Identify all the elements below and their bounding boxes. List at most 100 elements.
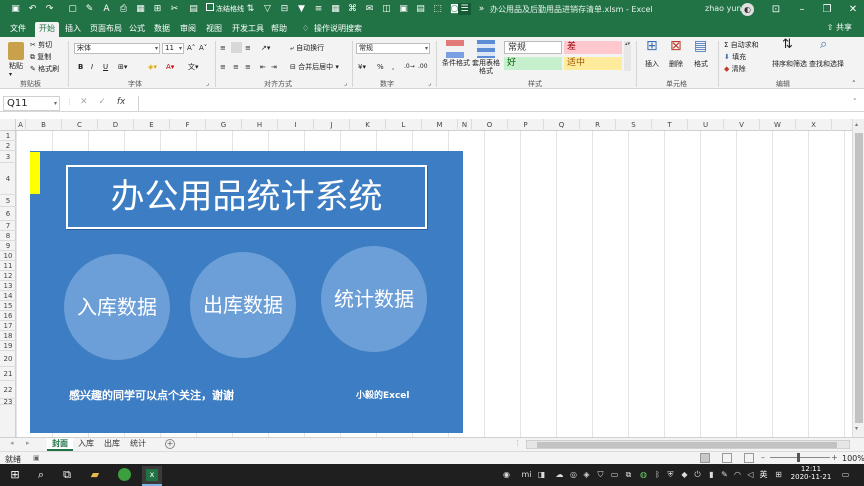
- percent-button[interactable]: %: [377, 62, 384, 72]
- formula-input[interactable]: [138, 96, 854, 111]
- normal-view-icon[interactable]: [700, 453, 710, 463]
- undo-icon[interactable]: ↶: [27, 3, 38, 15]
- styles-scroll-icon[interactable]: ▴▾: [624, 41, 631, 71]
- column-header[interactable]: G: [206, 119, 242, 131]
- format-painter-icon[interactable]: ✎: [84, 3, 95, 15]
- tab-review[interactable]: 审阅: [176, 22, 200, 37]
- enter-icon[interactable]: ✓: [98, 97, 106, 107]
- tab-data[interactable]: 数据: [150, 22, 174, 37]
- browser-icon[interactable]: [118, 468, 131, 481]
- notification-icon[interactable]: ▭: [840, 469, 851, 480]
- align-top-icon[interactable]: ≡: [220, 43, 226, 53]
- tray-dropbox-icon[interactable]: ◈: [581, 469, 592, 480]
- row-header[interactable]: 6: [0, 207, 16, 221]
- row-header[interactable]: 18: [0, 331, 16, 341]
- tray-battery-icon[interactable]: ▮: [706, 469, 717, 480]
- tab-file[interactable]: 文件: [6, 22, 30, 37]
- wrap-text-button[interactable]: ⤶ 自动换行: [290, 43, 324, 53]
- table-format-icon[interactable]: [477, 40, 495, 58]
- tell-me-search[interactable]: 操作说明搜索: [310, 22, 366, 37]
- align-left-icon[interactable]: ≡: [220, 62, 226, 72]
- statistics-data-button[interactable]: 统计数据: [321, 246, 427, 352]
- conditional-format-button[interactable]: 条件格式: [439, 59, 473, 67]
- currency-icon[interactable]: ¥▾: [358, 62, 366, 72]
- cut-button[interactable]: ✂ 剪切: [30, 40, 52, 50]
- clear-button[interactable]: ◆ 清除: [724, 64, 746, 74]
- font-size-select[interactable]: 11 ▾: [162, 43, 184, 54]
- sheet-tab-cover[interactable]: 封面: [47, 438, 73, 451]
- column-header[interactable]: R: [580, 119, 616, 131]
- sheet-tab-outbound[interactable]: 出库: [99, 438, 125, 451]
- row-header[interactable]: 11: [0, 261, 16, 271]
- tab-home[interactable]: 开始: [35, 22, 59, 37]
- format-cells-icon[interactable]: ▤: [694, 39, 707, 53]
- alignment-dialog-launcher-icon[interactable]: ⌟: [344, 79, 347, 89]
- column-header[interactable]: W: [760, 119, 796, 131]
- font-color-icon[interactable]: A: [101, 3, 112, 15]
- zoom-out-icon[interactable]: –: [761, 453, 765, 462]
- sort-filter-button[interactable]: 排序和筛选: [772, 59, 807, 69]
- column-header[interactable]: K: [350, 119, 386, 131]
- restore-icon[interactable]: ❐: [820, 3, 834, 16]
- select-all-button[interactable]: [0, 119, 16, 131]
- row-header[interactable]: 16: [0, 311, 16, 321]
- row-header[interactable]: 4: [0, 163, 16, 195]
- find-select-icon[interactable]: ⌕: [820, 38, 827, 51]
- column-header[interactable]: E: [134, 119, 170, 131]
- inbound-data-button[interactable]: 入库数据: [64, 254, 170, 360]
- tray-ink-icon[interactable]: ✎: [719, 469, 730, 480]
- column-header[interactable]: B: [26, 119, 62, 131]
- minimize-icon[interactable]: –: [795, 3, 809, 16]
- number-dialog-launcher-icon[interactable]: ⌟: [428, 79, 431, 89]
- column-header[interactable]: L: [386, 119, 422, 131]
- tray-green-icon[interactable]: ◆: [679, 469, 690, 480]
- bold-button[interactable]: B: [78, 62, 83, 72]
- link-icon[interactable]: ⌘: [347, 3, 358, 15]
- decrease-font-icon[interactable]: A˅: [199, 43, 207, 53]
- format-as-table-button[interactable]: 套用表格格式: [470, 59, 502, 75]
- funnel-icon[interactable]: ▼: [296, 3, 307, 15]
- merge-center-button[interactable]: ⊟ 合并后居中 ▾: [290, 62, 339, 72]
- column-header[interactable]: J: [314, 119, 350, 131]
- column-header[interactable]: T: [652, 119, 688, 131]
- tab-view[interactable]: 视图: [202, 22, 226, 37]
- ribbon-display-icon[interactable]: ⊡: [769, 3, 783, 16]
- style-bad[interactable]: 差: [564, 41, 622, 54]
- horizontal-scroll-thumb[interactable]: [537, 442, 837, 448]
- sheet-tab-statistics[interactable]: 统计: [125, 438, 151, 451]
- insert-function-button[interactable]: fx: [117, 97, 126, 107]
- add-sheet-icon[interactable]: +: [165, 439, 175, 449]
- sort-filter-icon[interactable]: ⇅: [782, 38, 793, 51]
- style-neutral[interactable]: 适中: [564, 57, 622, 70]
- zoom-slider-thumb[interactable]: [797, 453, 800, 462]
- cancel-icon[interactable]: ✕: [80, 97, 88, 107]
- row-header[interactable]: 3: [0, 151, 16, 163]
- insert-icon[interactable]: ⊞: [152, 3, 163, 15]
- picture-icon[interactable]: ▣: [398, 3, 409, 15]
- paste-icon[interactable]: ▤: [188, 3, 199, 15]
- task-view-icon[interactable]: ⧉: [60, 468, 74, 482]
- paste-dropdown-icon[interactable]: ▾: [9, 70, 12, 80]
- grid-icon[interactable]: ▤: [415, 3, 426, 15]
- row-header[interactable]: 1: [0, 131, 16, 141]
- record-icon[interactable]: ⬚: [432, 3, 443, 15]
- delete-cells-icon[interactable]: ⊠: [670, 39, 682, 53]
- user-name[interactable]: zhao yun: [705, 4, 741, 13]
- page-layout-view-icon[interactable]: [722, 453, 732, 463]
- column-header[interactable]: U: [688, 119, 724, 131]
- tray-mi-icon[interactable]: mi: [521, 469, 532, 480]
- tab-developer[interactable]: 开发工具: [228, 22, 268, 37]
- row-header[interactable]: 13: [0, 281, 16, 291]
- share-button[interactable]: ⇧ 共享: [827, 22, 852, 33]
- row-header[interactable]: 20: [0, 351, 16, 367]
- row-header[interactable]: 22: [0, 381, 16, 399]
- zoom-level[interactable]: 100%: [842, 454, 864, 463]
- zoom-slider[interactable]: [770, 457, 830, 458]
- customize-qa-icon[interactable]: »: [476, 3, 487, 15]
- column-header[interactable]: A: [16, 119, 26, 131]
- row-header[interactable]: 9: [0, 241, 16, 251]
- conditional-format-icon[interactable]: [446, 40, 464, 58]
- italic-button[interactable]: I: [91, 62, 93, 72]
- tray-app-icon[interactable]: ◉: [501, 469, 512, 480]
- underline-button[interactable]: U: [103, 62, 108, 72]
